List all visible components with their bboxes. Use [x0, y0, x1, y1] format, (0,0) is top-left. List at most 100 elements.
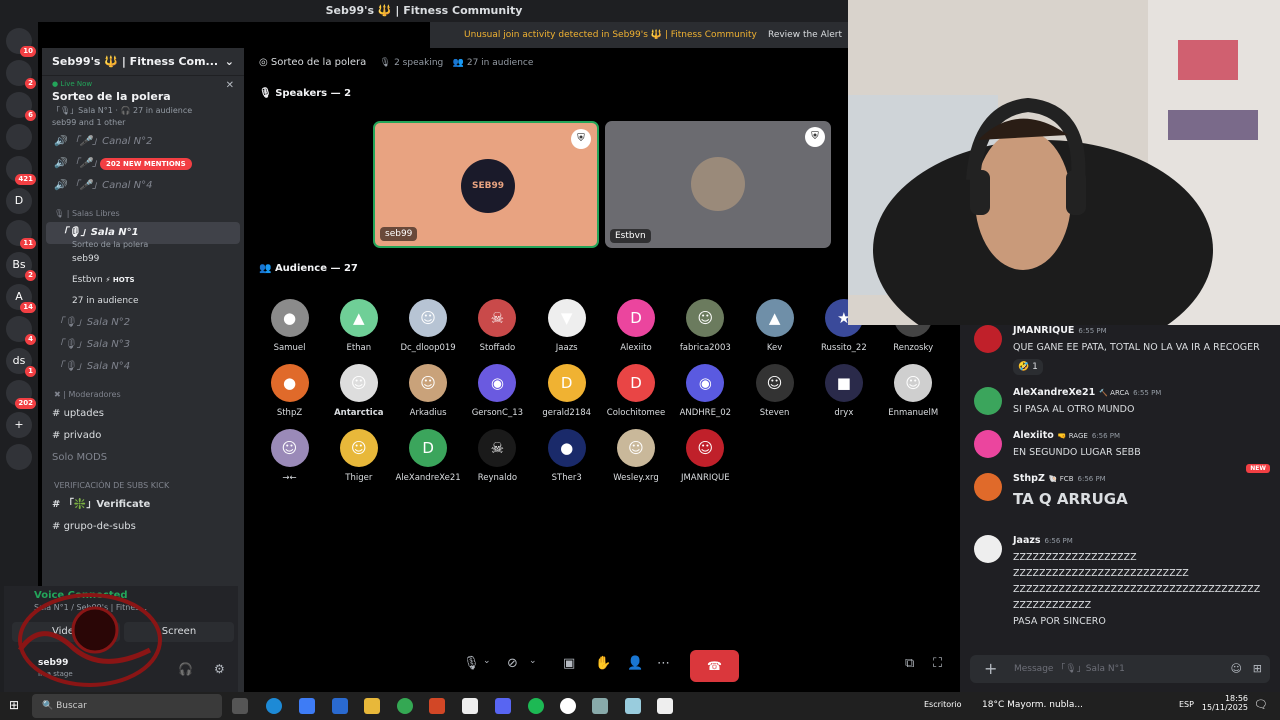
audience-member[interactable]: D Alexiito: [602, 299, 671, 353]
new-mentions-badge[interactable]: 202 NEW MENTIONS: [100, 158, 192, 170]
store-icon[interactable]: [332, 698, 348, 714]
category-salas-libres[interactable]: 🎙 | Salas Libres: [42, 197, 244, 222]
channel-sala-3[interactable]: 「🎙」Sala N°3: [42, 334, 244, 356]
edge-icon[interactable]: [266, 698, 282, 714]
invite-icon[interactable]: 👤: [627, 656, 643, 671]
server-icon[interactable]: 2: [6, 60, 36, 89]
server-icon[interactable]: 6: [6, 92, 36, 121]
live-stage-card[interactable]: ● Live Now ✕ Sorteo de la polera 「🎙」Sala …: [42, 76, 244, 131]
file-explorer-icon[interactable]: [364, 698, 380, 714]
audience-member[interactable]: ● SthpZ: [255, 364, 324, 418]
server-name[interactable]: Seb99's 🔱 | Fitness Com... ⌄: [42, 48, 244, 76]
audience-member[interactable]: ☺ JMANRIQUE: [671, 429, 740, 483]
obs-icon[interactable]: [560, 698, 576, 714]
audience-member[interactable]: ● STher3: [532, 429, 601, 483]
channel-uptades[interactable]: # uptades: [42, 403, 244, 425]
microphone-icon[interactable]: 🎙: [463, 656, 480, 671]
audience-member[interactable]: ☺ Wesley.xrg: [602, 429, 671, 483]
gear-icon[interactable]: ⚙: [214, 662, 225, 676]
review-alert-button[interactable]: Review the Alert: [768, 22, 842, 48]
chrome-icon[interactable]: [397, 698, 413, 714]
app-icon[interactable]: [592, 698, 608, 714]
language-indicator[interactable]: ESP: [1179, 700, 1194, 709]
app-icon[interactable]: [657, 698, 673, 714]
category-verificacion[interactable]: VERIFICACIÓN DE SUBS KICK: [42, 469, 244, 494]
server-icon[interactable]: 202: [6, 380, 36, 409]
server-icon[interactable]: 4: [6, 316, 36, 345]
channel-solo-mods[interactable]: Solo MODS: [42, 447, 244, 469]
add-attachment-icon[interactable]: +: [984, 655, 997, 683]
channel-sala-4[interactable]: 「🎙」Sala N°4: [42, 356, 244, 378]
server-icon[interactable]: Bs 2: [6, 252, 36, 281]
channel-privado[interactable]: # privado: [42, 425, 244, 447]
discord-icon[interactable]: [495, 698, 511, 714]
audience-member[interactable]: ☺ Thiger: [324, 429, 393, 483]
fullscreen-icon[interactable]: ⛶: [933, 656, 942, 671]
audience-member[interactable]: ☺ →←: [255, 429, 324, 483]
audience-member[interactable]: ☺ Arkadius: [394, 364, 463, 418]
camera-off-icon[interactable]: ⊘: [507, 656, 518, 671]
popout-icon[interactable]: ⧉: [905, 656, 914, 671]
audience-member[interactable]: Dgerald2184: [532, 364, 601, 418]
audience-member[interactable]: ▲ Ethan: [324, 299, 393, 353]
app-icon[interactable]: [625, 698, 641, 714]
audience-member[interactable]: ☺ Steven: [740, 364, 809, 418]
chevron-down-icon[interactable]: ⌄: [483, 656, 491, 666]
audience-member[interactable]: ◉ GersonC_13: [463, 364, 532, 418]
server-icon[interactable]: 421: [6, 156, 36, 185]
audience-member[interactable]: ■ dryx: [809, 364, 878, 418]
leave-stage-button[interactable]: ☎: [690, 650, 739, 682]
screen-share-icon[interactable]: ▣: [563, 656, 575, 671]
copilot-icon[interactable]: [299, 698, 315, 714]
audience-member[interactable]: ▼ Jaazs: [532, 299, 601, 353]
speaker-tile[interactable]: SEB99 ⛨ seb99: [373, 121, 599, 248]
close-icon[interactable]: ✕: [226, 80, 234, 91]
server-icon[interactable]: 10: [6, 28, 36, 57]
audience-member[interactable]: ☺ fabrica2003: [671, 299, 740, 353]
server-icon[interactable]: [6, 124, 32, 150]
notepad-icon[interactable]: [462, 698, 478, 714]
sala-audience-count[interactable]: 27 in audience: [42, 291, 244, 312]
powerpoint-icon[interactable]: [429, 698, 445, 714]
message-author[interactable]: AleXandreXe21: [1013, 387, 1095, 398]
windows-start-icon[interactable]: ⊞: [9, 698, 19, 712]
taskbar-search[interactable]: 🔍 Buscar: [32, 694, 222, 718]
audience-member[interactable]: ◉ ANDHRE_02: [671, 364, 740, 418]
sala-member-estbvn[interactable]: Estbvn ⚡ HOTS: [42, 270, 244, 291]
message-author[interactable]: Alexiito: [1013, 430, 1054, 441]
audience-member[interactable]: ☺ Antarctica: [324, 364, 393, 418]
server-icon[interactable]: A 14: [6, 284, 36, 313]
chevron-down-icon[interactable]: ⌄: [529, 656, 537, 666]
channel-canal-2[interactable]: 🔊 「🎤」Canal N°2: [42, 131, 244, 153]
message-input[interactable]: + Message 「🎙」Sala N°1 ☺ ⊞: [970, 655, 1270, 683]
channel-verificate[interactable]: # 「❇️」Verificate: [42, 494, 244, 516]
audience-member[interactable]: ☠ Stoffado: [463, 299, 532, 353]
emoji-icon[interactable]: ☺: [1231, 655, 1242, 683]
message-author[interactable]: JMANRIQUE: [1013, 325, 1074, 336]
hand-off-icon[interactable]: ✋: [595, 656, 611, 671]
server-icon[interactable]: 11: [6, 220, 36, 249]
reaction-pill[interactable]: 🤣 1: [1013, 359, 1043, 375]
sala-member-seb99[interactable]: seb99: [42, 249, 244, 270]
message-author[interactable]: SthpZ: [1013, 473, 1045, 484]
server-icon[interactable]: +: [6, 412, 32, 438]
server-icon[interactable]: [6, 444, 32, 470]
audience-member[interactable]: ▲ Kev: [740, 299, 809, 353]
server-icon[interactable]: D: [6, 188, 32, 214]
spotify-icon[interactable]: [528, 698, 544, 714]
category-moderadores[interactable]: ✖ | Moderadores: [42, 378, 244, 403]
audience-member[interactable]: ● Samuel: [255, 299, 324, 353]
task-view-icon[interactable]: [232, 698, 248, 714]
audience-member[interactable]: ☠ Reynaldo: [463, 429, 532, 483]
headphones-icon[interactable]: 🎧: [178, 662, 193, 676]
desktop-label[interactable]: Escritorio: [924, 700, 962, 709]
more-icon[interactable]: ⋯: [657, 656, 670, 671]
weather-widget[interactable]: 18°C Mayorm. nubla...: [982, 700, 1083, 710]
audience-member[interactable]: D Colochitomee: [602, 364, 671, 418]
server-icon[interactable]: ds 1: [6, 348, 36, 377]
clock[interactable]: 18:56 15/11/2025: [1202, 694, 1248, 712]
audience-member[interactable]: ☺ Dc_dloop019: [394, 299, 463, 353]
notifications-icon[interactable]: 🗨: [1254, 698, 1268, 711]
channel-grupo-de-subs[interactable]: # grupo-de-subs: [42, 516, 244, 538]
channel-canal-4[interactable]: 🔊 「🎤」Canal N°4: [42, 175, 244, 197]
